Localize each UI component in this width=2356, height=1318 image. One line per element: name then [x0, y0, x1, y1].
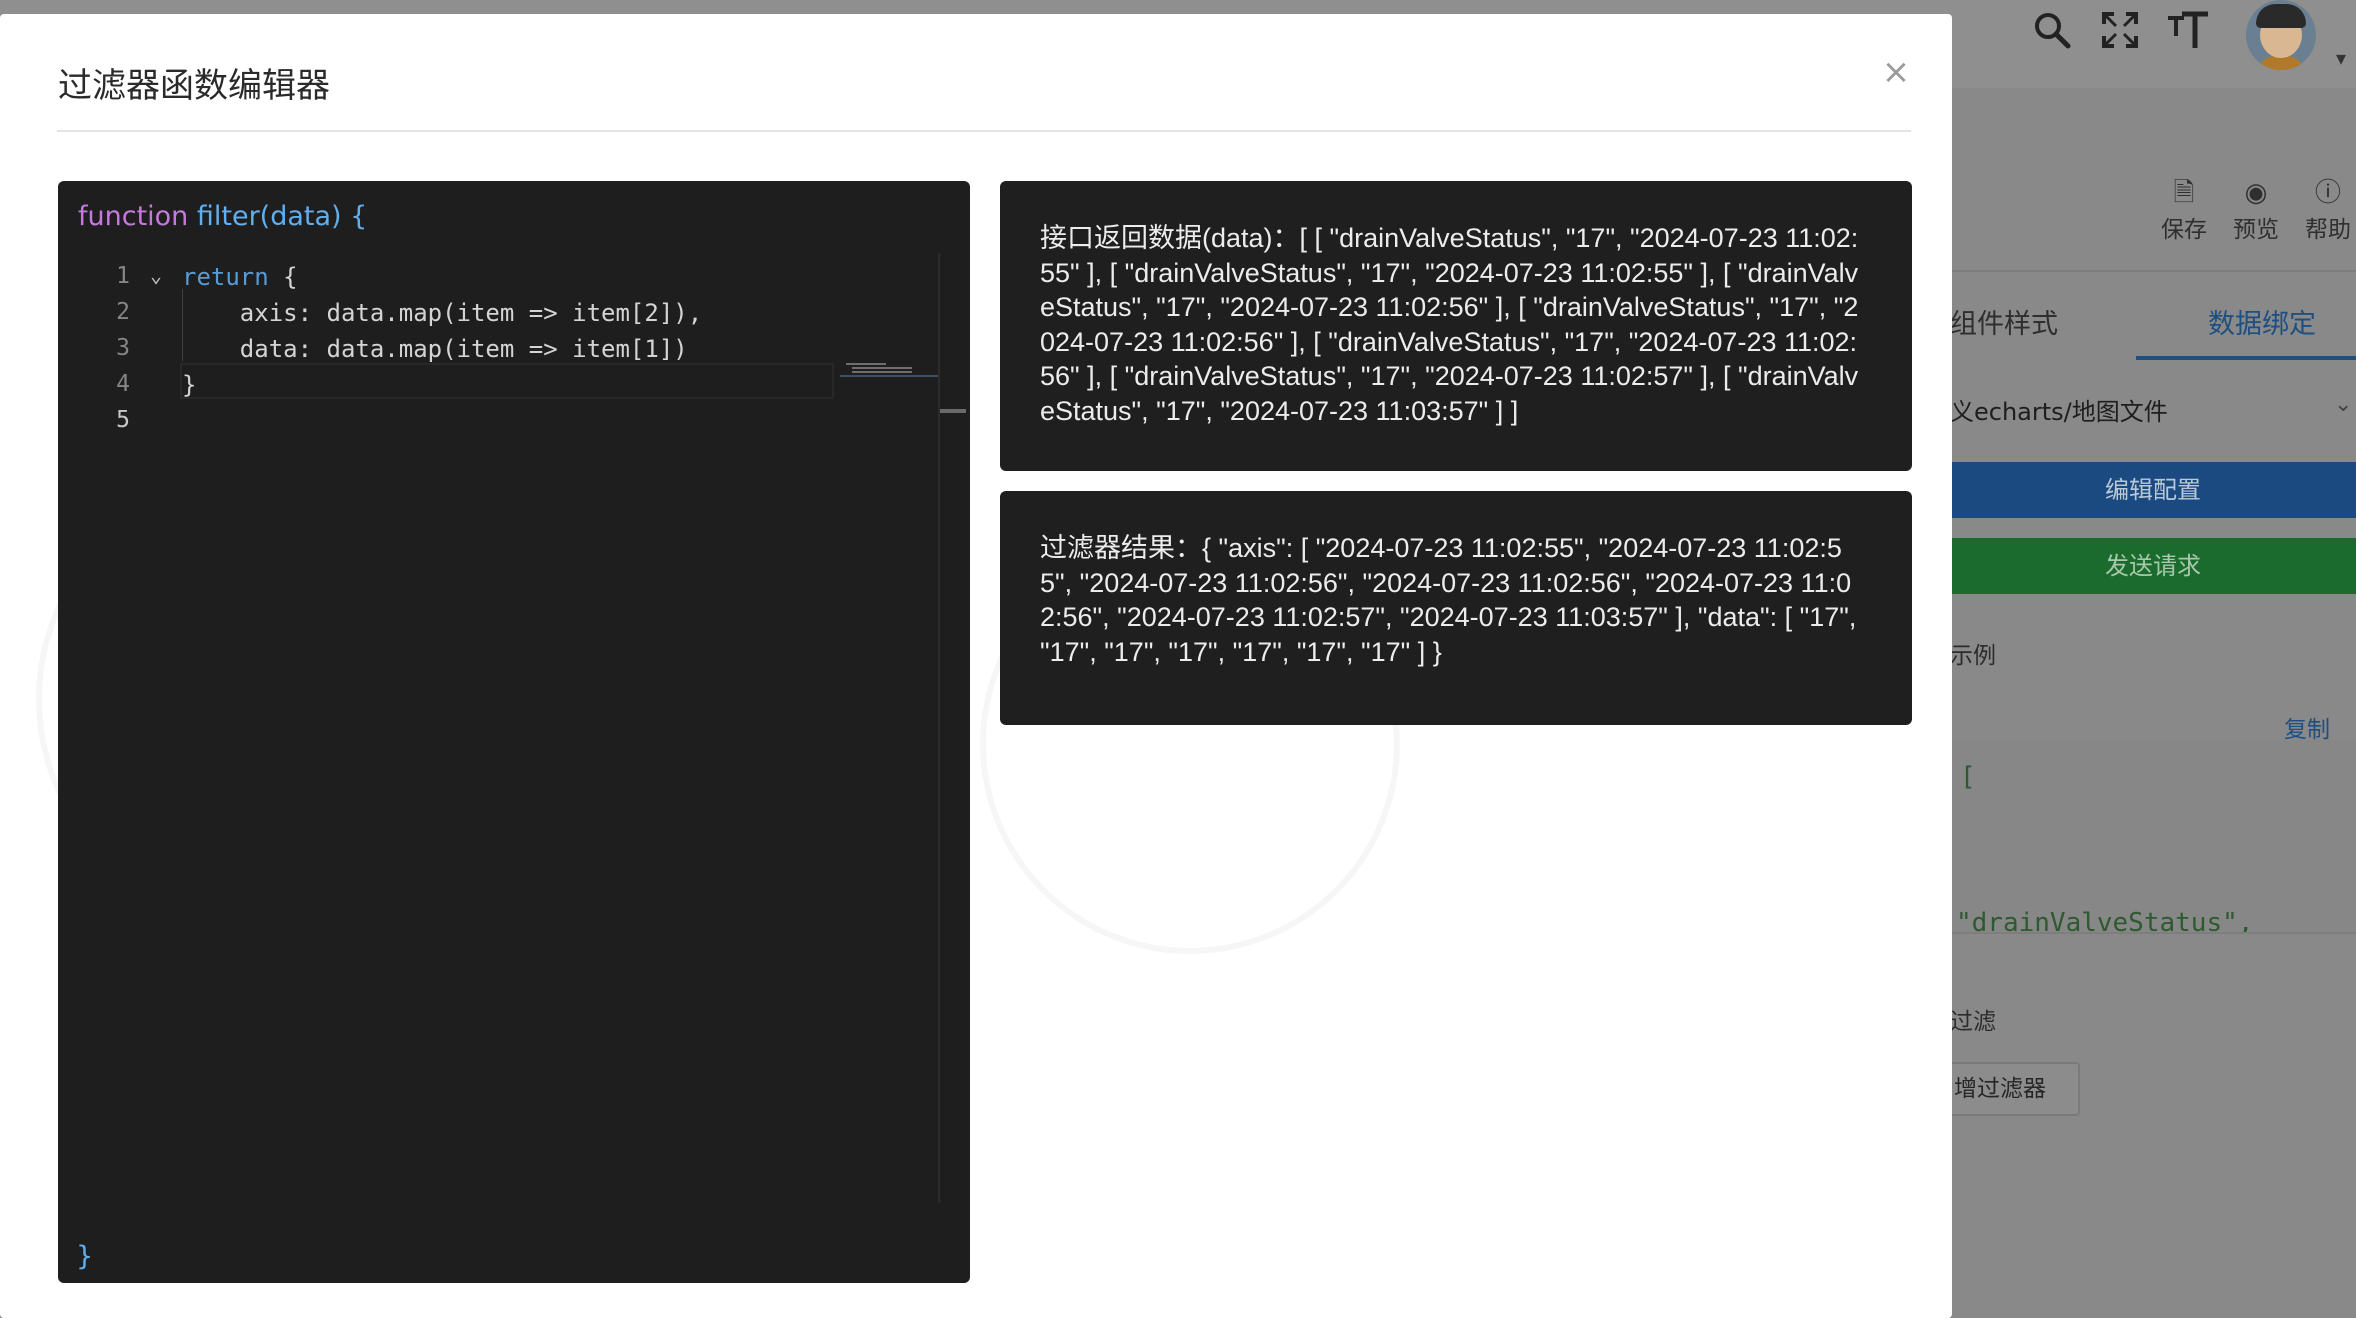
- code-line: data: data.map(item => item[1]): [182, 335, 688, 363]
- search-icon-svg: [2035, 13, 2071, 49]
- code-preview-line: [: [1960, 762, 1976, 792]
- minimap-line: [852, 371, 912, 373]
- line-number: 3: [116, 335, 130, 361]
- code-line: return {: [182, 263, 298, 291]
- fullscreen-icon-svg: [2102, 12, 2138, 48]
- code-preview-line: "drainValveStatus",: [1956, 908, 2254, 934]
- api-data-text: 接口返回数据(data)：[ [ "drainValveStatus", "17…: [1040, 223, 1859, 426]
- file-check-icon: 🗎: [2173, 178, 2195, 208]
- minimap-line: [846, 363, 886, 365]
- copy-link[interactable]: 复制: [2284, 710, 2330, 744]
- divider: [1950, 270, 2356, 272]
- avatar-shirt: [2256, 56, 2306, 70]
- font-size-icon-svg: [2168, 11, 2208, 48]
- function-header: function filter(data) {: [78, 201, 367, 232]
- avatar-hair: [2256, 4, 2306, 28]
- search-icon[interactable]: [2028, 10, 2076, 58]
- filter-result-panel: 过滤器结果：{ "axis": [ "2024-07-23 11:02:55",…: [1000, 491, 1912, 725]
- modal-title: 过滤器函数编辑器: [58, 66, 330, 106]
- info-circle-icon: ⓘ: [2314, 178, 2341, 208]
- user-avatar[interactable]: [2246, 0, 2316, 70]
- code-text: {: [268, 263, 298, 291]
- filter-label: 过滤: [1950, 1009, 1996, 1035]
- current-line-highlight: [180, 363, 834, 399]
- code-line: }: [182, 371, 197, 399]
- example-label: 示例: [1950, 643, 1996, 669]
- function-signature: filter(data) {: [188, 201, 368, 232]
- data-source-select[interactable]: 义echarts/地图文件: [1950, 392, 2168, 427]
- active-tab-indicator: [2136, 356, 2356, 360]
- tab-component-style[interactable]: 组件样式: [1950, 302, 2058, 341]
- code-area[interactable]: 1 ⌄ return { 2 axis: data.map(item => it…: [58, 253, 938, 1203]
- line-number: 1: [116, 263, 130, 289]
- filter-result-text: 过滤器结果：{ "axis": [ "2024-07-23 11:02:55",…: [1040, 533, 1857, 667]
- save-label: 保存: [2161, 217, 2207, 243]
- minimap-viewport: [840, 375, 940, 377]
- add-filter-button[interactable]: 增过滤器: [1938, 1062, 2080, 1116]
- line-number: 4: [116, 371, 130, 397]
- tab-data-binding[interactable]: 数据绑定: [2208, 302, 2316, 341]
- return-keyword: return: [182, 263, 269, 291]
- chevron-down-icon[interactable]: ▾: [2336, 46, 2346, 70]
- line-number: 2: [116, 299, 130, 325]
- scrollbar-thumb[interactable]: [940, 409, 966, 413]
- font-size-icon[interactable]: [2164, 10, 2212, 58]
- preview-button[interactable]: ◉ 预览: [2226, 178, 2286, 244]
- right-panel: 🗎 保存 ◉ 预览 ⓘ 帮助: [1950, 88, 2356, 1318]
- fold-chevron-icon[interactable]: ⌄: [150, 263, 162, 287]
- save-button[interactable]: 🗎 保存: [2154, 178, 2214, 244]
- fullscreen-icon[interactable]: [2096, 10, 2144, 58]
- eye-icon: ◉: [2244, 178, 2268, 208]
- filter-editor-modal: 过滤器函数编辑器 × function filter(data) { 1 ⌄ r…: [0, 14, 1952, 1318]
- edit-config-button[interactable]: 编辑配置: [1950, 462, 2356, 518]
- minimap[interactable]: [842, 361, 942, 375]
- function-keyword: function: [78, 201, 189, 232]
- minimap-line: [852, 367, 912, 369]
- preview-label: 预览: [2233, 217, 2279, 243]
- scrollbar-track[interactable]: [938, 253, 940, 1203]
- help-label: 帮助: [2305, 217, 2351, 243]
- api-data-panel: 接口返回数据(data)：[ [ "drainValveStatus", "17…: [1000, 181, 1912, 471]
- close-icon[interactable]: ×: [1878, 54, 1914, 90]
- send-request-button[interactable]: 发送请求: [1950, 538, 2356, 594]
- code-editor[interactable]: function filter(data) { 1 ⌄ return { 2 a…: [58, 181, 970, 1283]
- code-line: axis: data.map(item => item[2]),: [182, 299, 703, 327]
- function-footer: }: [76, 1241, 94, 1272]
- example-code-preview: [ "drainValveStatus",: [1950, 740, 2356, 934]
- line-number: 5: [116, 407, 130, 433]
- divider: [57, 130, 1911, 132]
- chevron-down-icon[interactable]: ⌄: [2334, 392, 2352, 417]
- help-button[interactable]: ⓘ 帮助: [2298, 178, 2356, 244]
